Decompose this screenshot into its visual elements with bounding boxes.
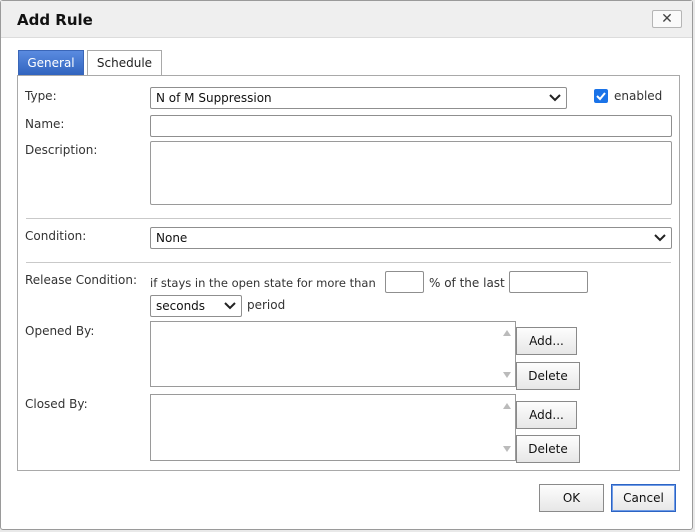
closed-by-scrollbar[interactable] — [499, 395, 515, 460]
divider — [26, 218, 671, 219]
closed-by-delete-button[interactable]: Delete — [516, 435, 580, 463]
close-button[interactable]: ✕ — [652, 10, 682, 28]
condition-label: Condition: — [25, 229, 87, 243]
scroll-up-icon[interactable] — [503, 330, 511, 336]
ok-button[interactable]: OK — [539, 484, 604, 512]
opened-by-scrollbar[interactable] — [499, 322, 515, 386]
tab-schedule[interactable]: Schedule — [87, 50, 162, 76]
condition-select[interactable]: None — [150, 227, 672, 249]
type-select[interactable]: N of M Suppression — [150, 87, 567, 109]
release-last-input[interactable] — [509, 271, 588, 293]
add-rule-dialog: Add Rule ✕ General Schedule Type: N of M… — [0, 0, 693, 530]
chevron-down-icon — [224, 302, 236, 310]
tab-general[interactable]: General — [18, 50, 84, 76]
release-percent-input[interactable] — [385, 271, 424, 293]
checkmark-icon — [596, 92, 606, 101]
release-condition-label: Release Condition: — [25, 273, 138, 287]
general-panel: Type: N of M Suppression enabled Name: D… — [17, 75, 680, 471]
dialog-titlebar: Add Rule ✕ — [1, 1, 692, 38]
opened-by-delete-button[interactable]: Delete — [516, 362, 580, 390]
cancel-button[interactable]: Cancel — [611, 484, 676, 512]
name-label: Name: — [25, 117, 65, 131]
closed-by-list[interactable] — [150, 394, 516, 461]
period-unit-select[interactable]: seconds — [150, 295, 242, 317]
condition-select-value: None — [156, 231, 188, 245]
type-label: Type: — [25, 89, 57, 103]
type-select-value: N of M Suppression — [156, 91, 272, 105]
divider — [26, 262, 671, 263]
opened-by-label: Opened By: — [25, 324, 95, 338]
chevron-down-icon — [654, 234, 666, 242]
description-label: Description: — [25, 143, 98, 157]
chevron-down-icon — [549, 94, 561, 102]
closed-by-add-button[interactable]: Add... — [516, 401, 577, 429]
period-unit-value: seconds — [156, 299, 206, 313]
release-text-1: if stays in the open state for more than — [150, 276, 376, 290]
period-label: period — [247, 298, 286, 312]
dialog-title: Add Rule — [17, 11, 93, 29]
opened-by-list[interactable] — [150, 321, 516, 387]
enabled-label: enabled — [614, 89, 663, 103]
close-icon: ✕ — [661, 11, 673, 27]
scroll-up-icon[interactable] — [503, 403, 511, 409]
release-text-2: % of the last — [429, 276, 505, 290]
enabled-checkbox[interactable] — [594, 89, 608, 103]
description-textarea[interactable] — [150, 141, 672, 205]
scroll-down-icon[interactable] — [503, 446, 511, 452]
closed-by-label: Closed By: — [25, 397, 88, 411]
opened-by-add-button[interactable]: Add... — [516, 327, 577, 355]
name-input[interactable] — [150, 115, 672, 137]
scroll-down-icon[interactable] — [503, 372, 511, 378]
